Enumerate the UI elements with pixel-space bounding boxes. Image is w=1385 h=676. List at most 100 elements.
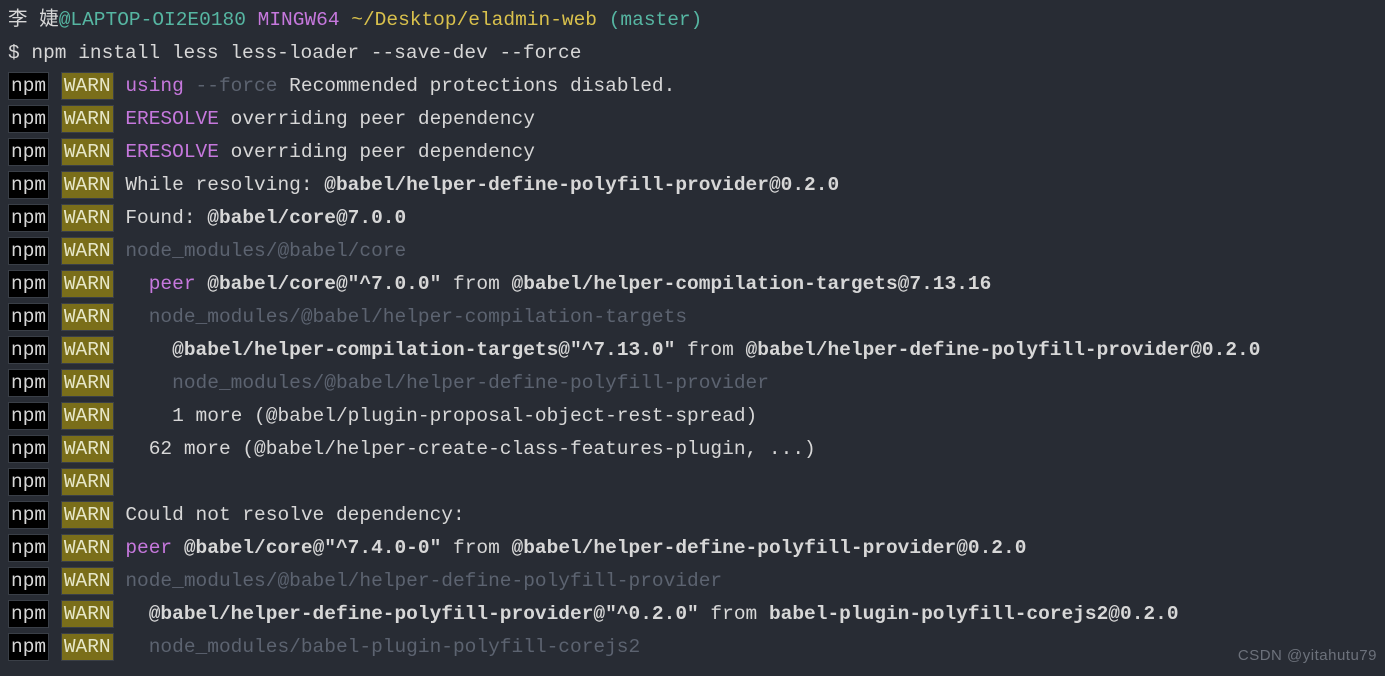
log-text: @babel/core@"^7.0.0": [207, 273, 441, 295]
log-text: from: [675, 339, 745, 361]
log-line: npm WARN node_modules/@babel/helper-comp…: [8, 301, 1377, 334]
tag-warn: WARN: [61, 303, 114, 331]
terminal-prompt: 李 婕@LAPTOP-OI2E0180 MINGW64 ~/Desktop/el…: [8, 4, 1377, 37]
terminal-command[interactable]: $ npm install less less-loader --save-de…: [8, 37, 1377, 70]
log-text: node_modules/@babel/helper-define-polyfi…: [125, 570, 722, 592]
log-line: npm WARN Found: @babel/core@7.0.0: [8, 202, 1377, 235]
tag-warn: WARN: [61, 270, 114, 298]
prompt-env: MINGW64: [246, 9, 340, 31]
tag-npm: npm: [8, 369, 49, 397]
tag-warn: WARN: [61, 435, 114, 463]
tag-warn: WARN: [61, 204, 114, 232]
log-text: @babel/helper-compilation-targets@7.13.1…: [512, 273, 992, 295]
log-line: npm WARN Could not resolve dependency:: [8, 499, 1377, 532]
terminal-output: npm WARN using --force Recommended prote…: [8, 70, 1377, 664]
log-text: [184, 75, 196, 97]
log-text: [125, 603, 148, 625]
prompt-branch: (master): [597, 9, 702, 31]
log-line: npm WARN While resolving: @babel/helper-…: [8, 169, 1377, 202]
tag-warn: WARN: [61, 171, 114, 199]
log-text: peer: [149, 273, 196, 295]
log-text: from: [441, 537, 511, 559]
tag-npm: npm: [8, 600, 49, 628]
log-line: npm WARN ERESOLVE overriding peer depend…: [8, 103, 1377, 136]
tag-npm: npm: [8, 303, 49, 331]
tag-npm: npm: [8, 204, 49, 232]
tag-npm: npm: [8, 501, 49, 529]
log-text: peer: [125, 537, 172, 559]
log-line: npm WARN 1 more (@babel/plugin-proposal-…: [8, 400, 1377, 433]
log-line: npm WARN @babel/helper-define-polyfill-p…: [8, 598, 1377, 631]
tag-npm: npm: [8, 105, 49, 133]
log-text: @babel/helper-define-polyfill-provider@0…: [324, 174, 839, 196]
log-line: npm WARN peer @babel/core@"^7.4.0-0" fro…: [8, 532, 1377, 565]
tag-npm: npm: [8, 237, 49, 265]
log-text: [196, 273, 208, 295]
log-text: ERESOLVE: [125, 141, 219, 163]
log-text: 1 more (@babel/plugin-proposal-object-re…: [125, 405, 757, 427]
log-text: @babel/core@"^7.4.0-0": [184, 537, 441, 559]
log-text: babel-plugin-polyfill-corejs2@0.2.0: [769, 603, 1179, 625]
log-text: @babel/helper-define-polyfill-provider@0…: [512, 537, 1027, 559]
log-line: npm WARN node_modules/@babel/core: [8, 235, 1377, 268]
log-text: [125, 339, 172, 361]
tag-warn: WARN: [61, 72, 114, 100]
tag-npm: npm: [8, 468, 49, 496]
tag-npm: npm: [8, 633, 49, 661]
log-text: @babel/helper-define-polyfill-provider@0…: [746, 339, 1261, 361]
log-text: [125, 273, 148, 295]
tag-npm: npm: [8, 336, 49, 364]
tag-warn: WARN: [61, 402, 114, 430]
tag-warn: WARN: [61, 567, 114, 595]
prompt-host: @LAPTOP-OI2E0180: [59, 9, 246, 31]
tag-warn: WARN: [61, 633, 114, 661]
tag-npm: npm: [8, 402, 49, 430]
tag-warn: WARN: [61, 105, 114, 133]
log-text: --force: [196, 75, 278, 97]
log-line: npm WARN ERESOLVE overriding peer depend…: [8, 136, 1377, 169]
tag-warn: WARN: [61, 534, 114, 562]
tag-npm: npm: [8, 567, 49, 595]
tag-warn: WARN: [61, 600, 114, 628]
tag-npm: npm: [8, 171, 49, 199]
tag-warn: WARN: [61, 237, 114, 265]
tag-npm: npm: [8, 72, 49, 100]
log-line: npm WARN node_modules/babel-plugin-polyf…: [8, 631, 1377, 664]
log-text: Could not resolve dependency:: [125, 504, 464, 526]
tag-warn: WARN: [61, 501, 114, 529]
log-text: from: [441, 273, 511, 295]
log-text: @babel/helper-compilation-targets@"^7.13…: [172, 339, 675, 361]
log-line: npm WARN node_modules/@babel/helper-defi…: [8, 367, 1377, 400]
log-line: npm WARN using --force Recommended prote…: [8, 70, 1377, 103]
tag-warn: WARN: [61, 336, 114, 364]
log-text: node_modules/babel-plugin-polyfill-corej…: [125, 636, 640, 658]
log-text: node_modules/@babel/core: [125, 240, 406, 262]
log-text: @babel/helper-define-polyfill-provider@"…: [149, 603, 699, 625]
log-text: While resolving:: [125, 174, 324, 196]
tag-npm: npm: [8, 138, 49, 166]
log-line: npm WARN @babel/helper-compilation-targe…: [8, 334, 1377, 367]
tag-warn: WARN: [61, 369, 114, 397]
log-text: @babel/core@7.0.0: [207, 207, 406, 229]
tag-warn: WARN: [61, 468, 114, 496]
tag-npm: npm: [8, 270, 49, 298]
log-text: node_modules/@babel/helper-define-polyfi…: [125, 372, 769, 394]
tag-warn: WARN: [61, 138, 114, 166]
prompt-user: 李 婕: [8, 9, 59, 31]
log-text: Recommended protections disabled.: [277, 75, 675, 97]
log-text: Found:: [125, 207, 207, 229]
tag-npm: npm: [8, 435, 49, 463]
log-text: ERESOLVE: [125, 108, 219, 130]
log-line: npm WARN peer @babel/core@"^7.0.0" from …: [8, 268, 1377, 301]
watermark: CSDN @yitahutu79: [1238, 639, 1377, 672]
log-text: using: [125, 75, 184, 97]
tag-npm: npm: [8, 534, 49, 562]
log-text: node_modules/@babel/helper-compilation-t…: [125, 306, 687, 328]
log-text: overriding peer dependency: [219, 108, 535, 130]
log-text: 62 more (@babel/helper-create-class-feat…: [125, 438, 815, 460]
log-line: npm WARN 62 more (@babel/helper-create-c…: [8, 433, 1377, 466]
log-line: npm WARN: [8, 466, 1377, 499]
log-text: overriding peer dependency: [219, 141, 535, 163]
log-line: npm WARN node_modules/@babel/helper-defi…: [8, 565, 1377, 598]
prompt-path: ~/Desktop/eladmin-web: [340, 9, 597, 31]
